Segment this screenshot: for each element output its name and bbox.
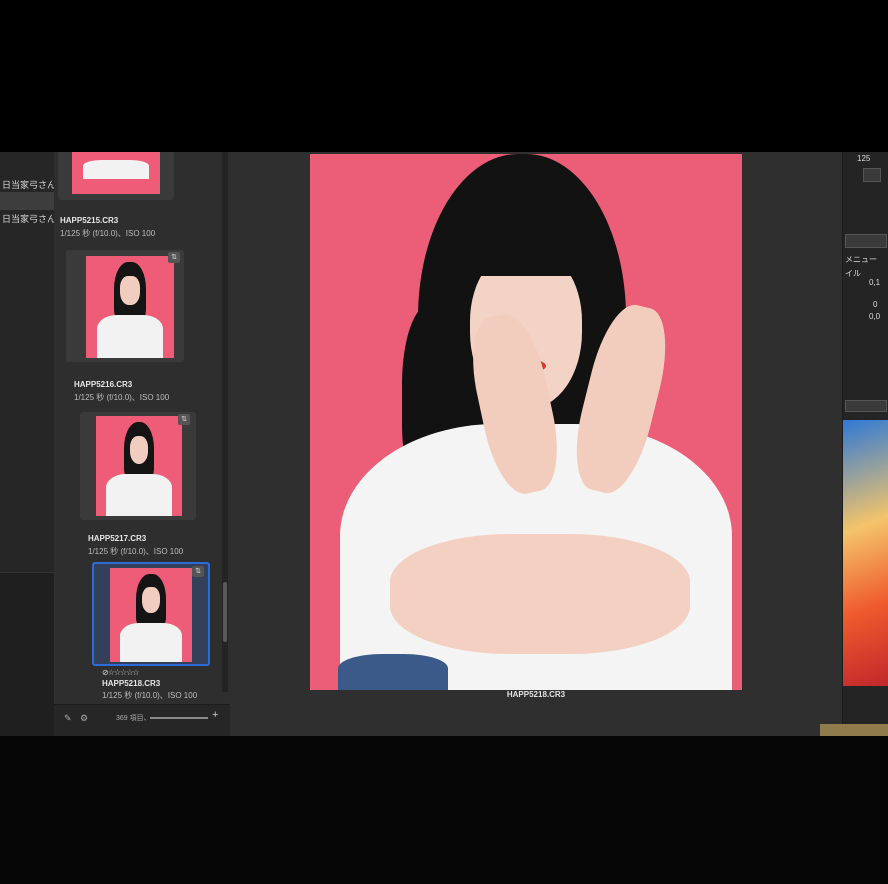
exposure-value: 0,1 <box>869 278 881 287</box>
file-meta: 1/125 秒 (f/10.0)、ISO 100 <box>88 547 184 556</box>
folder-panel-lower <box>0 572 54 736</box>
thumbnail-image <box>110 568 192 662</box>
app-window: 日当家弓さん 日当家弓さん.jpg HAPP5215.CR3 1/125 秒 (… <box>0 152 888 736</box>
preview-area: HAPP5218.CR3 <box>230 152 842 736</box>
thumbnail-card[interactable] <box>58 152 174 200</box>
item-count: 369 項目、 <box>116 715 151 722</box>
desk-background <box>820 724 888 736</box>
folder-item-selected[interactable] <box>0 192 54 210</box>
sync-icon[interactable]: ⇅ <box>168 252 180 263</box>
thumbnail-card[interactable]: ⇅ <box>66 250 184 362</box>
file-name: HAPP5216.CR3 <box>74 380 133 389</box>
file-meta: 1/125 秒 (f/10.0)、ISO 100 <box>102 691 198 700</box>
folder-panel: 日当家弓さん 日当家弓さん.jpg <box>0 152 55 736</box>
filmstrip: HAPP5215.CR3 1/125 秒 (f/10.0)、ISO 100 ⇅ … <box>54 152 231 736</box>
thumbnail-image <box>96 416 182 516</box>
photo-subject-jeans <box>338 654 448 690</box>
file-meta: 1/125 秒 (f/10.0)、ISO 100 <box>74 393 170 402</box>
folder-item[interactable]: 日当家弓さん.jpg <box>0 210 54 228</box>
file-name: HAPP5215.CR3 <box>60 216 119 225</box>
exposure-value: 0 <box>873 300 878 309</box>
settings-icon[interactable]: ⚙ <box>80 713 88 724</box>
filmstrip-toolbar: ✎ ⚙ 369 項目、 + <box>54 704 230 736</box>
thumbnail-card[interactable]: ⇅ <box>80 412 196 520</box>
sync-icon[interactable]: ⇅ <box>178 414 190 425</box>
scrollbar-thumb[interactable] <box>223 582 227 642</box>
panel-buttons[interactable] <box>845 400 887 412</box>
photo-subject-arms <box>390 534 690 654</box>
sync-icon[interactable]: ⇅ <box>192 566 204 577</box>
zoom-in-icon[interactable]: + <box>212 709 218 721</box>
toggle-buttons[interactable] <box>845 234 887 248</box>
wallpaper-preview <box>843 420 888 686</box>
preview-file-name: HAPP5218.CR3 <box>506 690 566 699</box>
mode-button[interactable] <box>863 168 881 182</box>
monitor-bezel <box>0 736 888 884</box>
adjustments-panel: 125 メニュー イル 0,1 0 0,0 <box>842 152 888 736</box>
exposure-value: 0,0 <box>869 312 881 321</box>
main-photo-preview[interactable] <box>310 154 742 690</box>
thumbnail-card-selected[interactable]: ⇅ <box>92 562 210 666</box>
file-meta: 1/125 秒 (f/10.0)、ISO 100 <box>60 229 156 238</box>
filmstrip-scrollbar[interactable] <box>222 152 228 692</box>
pin-icon[interactable]: ✎ <box>64 713 72 724</box>
rating-stars[interactable]: ⊘☆☆☆☆☆ <box>102 668 140 677</box>
thumbnail-image <box>86 256 174 358</box>
file-label: イル <box>845 269 861 278</box>
thumbnail-size-slider[interactable] <box>150 717 208 719</box>
file-name: HAPP5218.CR3 <box>102 679 161 688</box>
file-name: HAPP5217.CR3 <box>88 534 147 543</box>
shutter-value: 125 <box>857 154 871 163</box>
folder-item[interactable] <box>0 154 54 172</box>
photo-subject-bangs <box>460 184 590 276</box>
menu-label: メニュー <box>845 255 877 264</box>
thumbnail-image <box>72 152 160 194</box>
